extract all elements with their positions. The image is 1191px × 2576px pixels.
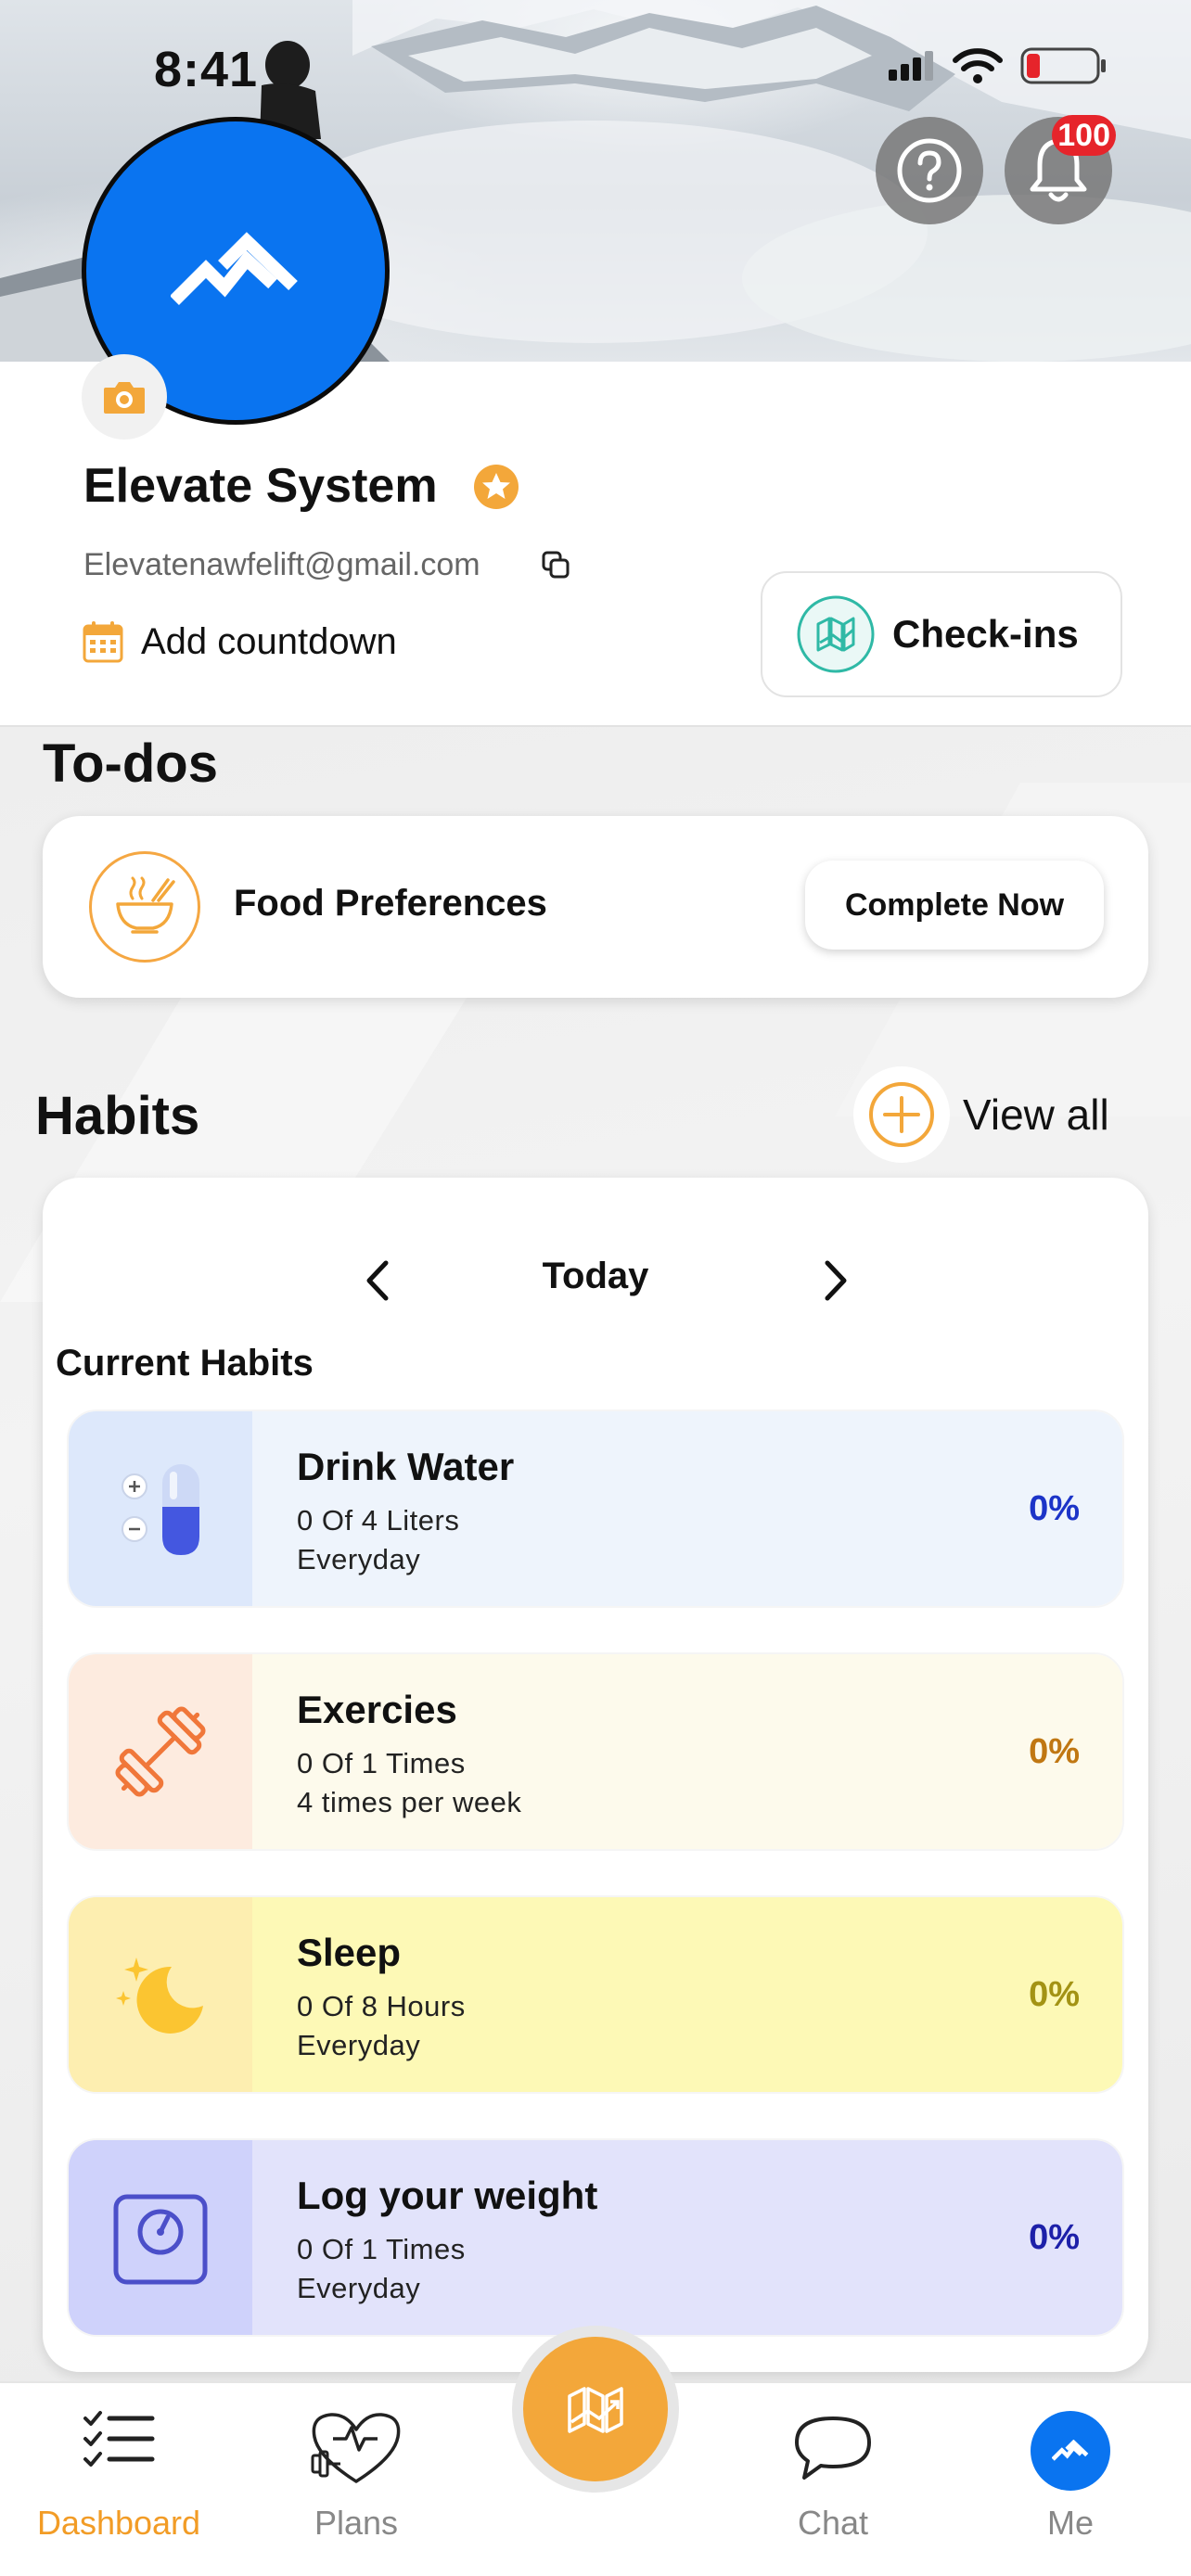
tab-plans[interactable]: Plans	[263, 2383, 449, 2576]
heart-dumbbell-icon	[311, 2413, 401, 2483]
change-photo-button[interactable]	[82, 354, 167, 440]
tab-me[interactable]: Me	[978, 2383, 1163, 2576]
chevron-right-icon[interactable]	[818, 1257, 852, 1304]
day-label: Today	[542, 1256, 649, 1296]
habit-title: Drink Water	[297, 1445, 515, 1488]
habit-percent: 0%	[1029, 1975, 1080, 2014]
habit-percent: 0%	[1029, 1732, 1080, 1771]
calendar-icon	[83, 621, 123, 663]
checkins-map-icon	[797, 595, 875, 673]
profile-email: Elevatenawfelift@gmail.com	[83, 547, 480, 582]
habit-title: Sleep	[297, 1931, 402, 1974]
habit-item-exercise[interactable]: Exercies 0 Of 1 Times 4 times per week 0…	[67, 1652, 1124, 1851]
moon-icon	[116, 1958, 203, 2034]
habit-item-sleep[interactable]: Sleep 0 Of 8 Hours Everyday 0%	[67, 1895, 1124, 2094]
add-countdown-button[interactable]: Add countdown	[82, 619, 397, 664]
checkins-label: Check-ins	[892, 612, 1079, 656]
habit-frequency: 4 times per week	[297, 1786, 522, 1818]
habit-amount: 0 Of 1 Times	[297, 2233, 466, 2265]
habit-title: Log your weight	[297, 2174, 598, 2217]
scale-icon	[113, 2194, 208, 2285]
food-bowl-icon	[89, 851, 200, 963]
habit-frequency: Everyday	[297, 1543, 421, 1575]
habit-icon-box	[69, 1654, 252, 1849]
habit-amount: 0 Of 1 Times	[297, 1747, 466, 1779]
center-checkins-button[interactable]	[512, 2326, 679, 2493]
habit-icon-box	[69, 2140, 252, 2335]
wifi-icon	[953, 48, 1003, 83]
habit-amount: 0 Of 4 Liters	[297, 1504, 460, 1537]
habit-icon-box	[69, 1897, 252, 2092]
view-all-habits-button[interactable]: View all	[853, 1066, 1109, 1163]
tab-label: Chat	[797, 2504, 869, 2542]
help-button[interactable]	[876, 117, 983, 224]
tab-chat[interactable]: Chat	[740, 2383, 926, 2576]
habit-amount: 0 Of 8 Hours	[297, 1990, 466, 2022]
habit-frequency: Everyday	[297, 2272, 421, 2304]
water-bottle-icon	[122, 1464, 199, 1555]
cellular-signal-icon	[889, 51, 933, 81]
elevate-logo-icon	[1052, 2440, 1089, 2461]
elevate-logo-icon	[171, 232, 298, 305]
camera-icon	[104, 382, 145, 414]
tab-label: Plans	[314, 2504, 399, 2542]
add-countdown-label: Add countdown	[141, 620, 397, 662]
habits-section-title: Habits	[35, 1086, 200, 1146]
habit-frequency: Everyday	[297, 2029, 421, 2061]
tab-label: Me	[1046, 2504, 1094, 2542]
habit-icon-box	[69, 1411, 252, 1606]
question-icon	[897, 138, 962, 203]
dumbbell-icon	[115, 1706, 206, 1797]
plus-circle-icon	[869, 1082, 934, 1147]
notification-count-badge: 100	[1052, 115, 1116, 156]
checkins-icon	[568, 2387, 623, 2433]
view-all-label: View all	[963, 1090, 1109, 1139]
profile-name: Elevate System	[83, 459, 438, 513]
current-habits-label: Current Habits	[56, 1343, 314, 1384]
copy-icon[interactable]	[540, 549, 571, 580]
habit-item-drink-water[interactable]: Drink Water 0 Of 4 Liters Everyday 0%	[67, 1409, 1124, 1608]
chat-bubble-icon	[795, 2417, 871, 2480]
add-habit-button[interactable]	[853, 1066, 950, 1163]
habit-item-log-weight[interactable]: Log your weight 0 Of 1 Times Everyday 0%	[67, 2138, 1124, 2337]
status-time: 8:41	[154, 42, 259, 97]
star-badge-icon	[474, 465, 519, 509]
checklist-icon	[83, 2411, 155, 2467]
habits-card: Today Current Habits Drink Water 0 Of 4 …	[43, 1178, 1148, 2372]
habit-percent: 0%	[1029, 1489, 1080, 1528]
todo-label: Food Preferences	[234, 883, 547, 924]
tab-label: Dashboard	[36, 2504, 201, 2542]
battery-icon	[1020, 47, 1106, 84]
complete-now-button[interactable]: Complete Now	[805, 861, 1104, 950]
checkins-button[interactable]: Check-ins	[761, 571, 1122, 697]
notifications-button[interactable]: 100	[1005, 115, 1116, 224]
todos-section-title: To-dos	[43, 733, 218, 794]
avatar	[1031, 2411, 1110, 2491]
habit-title: Exercies	[297, 1688, 457, 1731]
todo-card: Food Preferences Complete Now	[43, 816, 1148, 998]
habit-percent: 0%	[1029, 2218, 1080, 2257]
status-icons	[889, 46, 1108, 85]
tab-dashboard[interactable]: Dashboard	[26, 2383, 211, 2576]
